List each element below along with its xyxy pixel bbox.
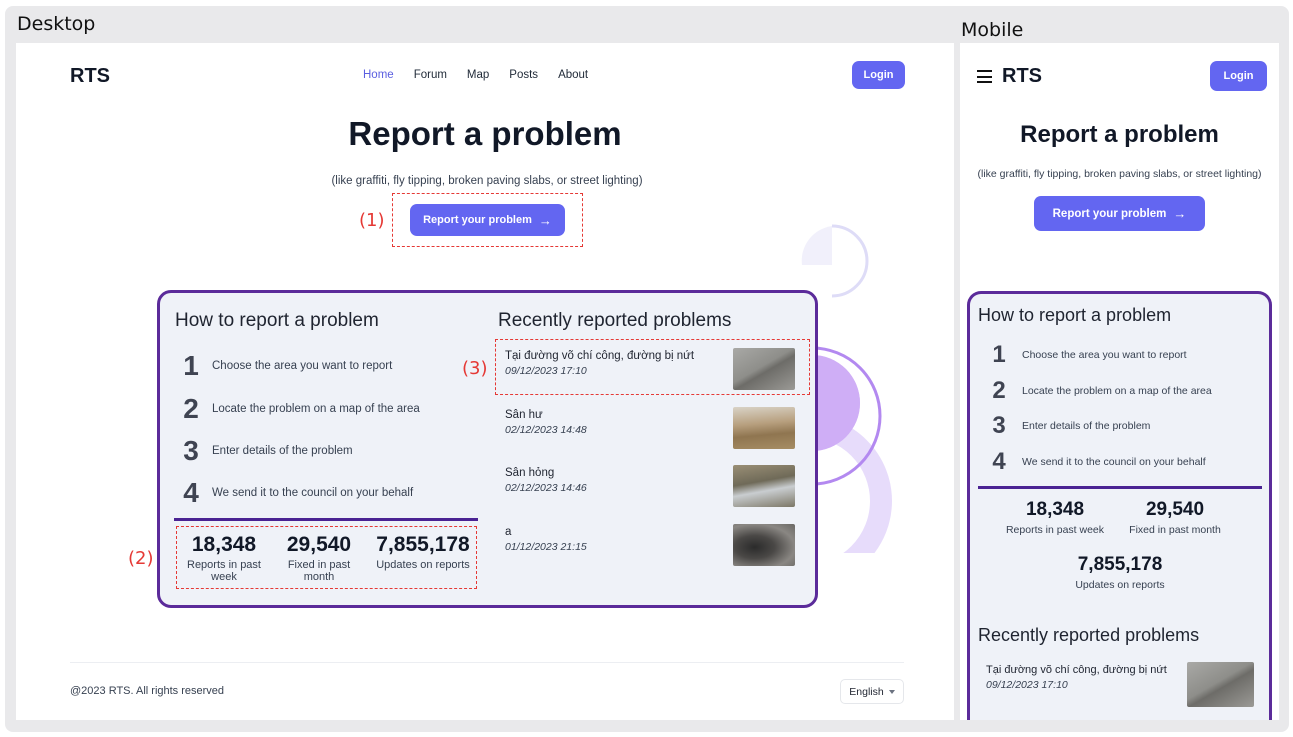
footer-copyright: @2023 RTS. All rights reserved	[70, 685, 225, 697]
step-text: Enter details of the problem	[212, 445, 353, 457]
report-thumbnail[interactable]	[733, 465, 795, 507]
language-select[interactable]: English	[840, 679, 904, 704]
desktop-label: Desktop	[17, 13, 96, 35]
mobile-view: RTS Login Report a problem (like graffit…	[960, 43, 1279, 720]
report-item-2[interactable]: Sân hư 02/12/2023 14:48	[505, 409, 720, 436]
report-date: 02/12/2023 14:48	[505, 424, 587, 436]
how-step-3: 3 Enter details of the problem	[984, 412, 1150, 440]
annotation-label-stats: (2)	[128, 548, 154, 569]
report-item-1[interactable]: Tại đường võ chí công, đường bị nứt 09/1…	[986, 664, 1186, 691]
step-text: Choose the area you want to report	[1022, 349, 1187, 361]
step-number: 1	[992, 341, 1006, 368]
nav-posts[interactable]: Posts	[509, 69, 538, 81]
page-subtitle: (like graffiti, fly tipping, broken pavi…	[977, 168, 1262, 180]
step-text: Locate the problem on a map of the area	[212, 403, 420, 415]
stat-label: Updates on reports	[1075, 579, 1165, 591]
stat-updates: 7,855,178 Updates on reports	[1060, 554, 1180, 592]
main-nav: Home Forum Map Posts About	[363, 69, 608, 81]
step-number: 1	[183, 350, 199, 381]
report-date: 02/12/2023 14:46	[505, 482, 587, 494]
info-card: How to report a problem 1 Choose the are…	[967, 291, 1272, 720]
report-thumbnail[interactable]	[1187, 662, 1254, 707]
report-thumbnail[interactable]	[733, 524, 795, 566]
arrow-right-icon: →	[538, 212, 552, 228]
stats-divider	[174, 518, 478, 521]
menu-icon[interactable]	[977, 70, 992, 87]
report-problem-label: Report your problem	[1052, 207, 1167, 220]
step-number: 4	[183, 477, 199, 508]
stat-label: Fixed in past month	[1129, 524, 1221, 536]
how-step-3: 3 Enter details of the problem	[176, 435, 353, 467]
report-title: a	[505, 526, 512, 538]
stat-fixed-month: 29,540 Fixed in past month	[1120, 499, 1230, 537]
step-text: Choose the area you want to report	[212, 360, 393, 372]
stat-value: 18,348	[1025, 499, 1085, 520]
recent-title: Recently reported problems	[498, 310, 732, 331]
report-problem-button[interactable]: Report your problem →	[1034, 196, 1205, 231]
mobile-label: Mobile	[961, 19, 1024, 41]
annotation-label-recent: (3)	[462, 358, 488, 379]
step-text: Locate the problem on a map of the area	[1022, 385, 1212, 397]
step-number: 4	[992, 448, 1006, 475]
step-number: 3	[183, 435, 199, 466]
how-step-1: 1 Choose the area you want to report	[984, 341, 1187, 369]
page-title: Report a problem	[1020, 121, 1219, 148]
login-button[interactable]: Login	[852, 61, 905, 89]
step-number: 2	[183, 393, 199, 424]
step-text: We send it to the council on your behalf	[1022, 456, 1206, 468]
desktop-view: RTS Home Forum Map Posts About Login Rep…	[16, 43, 954, 720]
how-step-2: 2 Locate the problem on a map of the are…	[176, 393, 420, 425]
annotation-box-stats	[176, 526, 477, 589]
report-title: Sân hư	[505, 409, 543, 421]
stats-divider	[978, 486, 1262, 489]
stat-value: 29,540	[1145, 499, 1205, 520]
annotation-box-recent	[495, 339, 810, 395]
report-date: 09/12/2023 17:10	[986, 679, 1068, 691]
how-step-2: 2 Locate the problem on a map of the are…	[984, 377, 1212, 405]
report-thumbnail[interactable]	[733, 407, 795, 449]
step-number: 3	[992, 412, 1006, 439]
arrow-right-icon: →	[1173, 206, 1187, 221]
caret-down-icon	[888, 689, 895, 694]
step-text: Enter details of the problem	[1022, 420, 1151, 432]
stat-value: 7,855,178	[1077, 554, 1163, 575]
report-problem-label: Report your problem	[423, 214, 532, 226]
annotation-label-cta: (1)	[359, 210, 385, 231]
how-step-1: 1 Choose the area you want to report	[176, 350, 392, 382]
report-date: 01/12/2023 21:15	[505, 541, 587, 553]
nav-home[interactable]: Home	[363, 69, 394, 81]
step-text: We send it to the council on your behalf	[212, 487, 414, 499]
how-step-4: 4 We send it to the council on your beha…	[176, 477, 413, 509]
login-button[interactable]: Login	[1210, 61, 1267, 91]
recent-title: Recently reported problems	[978, 625, 1200, 645]
how-step-4: 4 We send it to the council on your beha…	[984, 448, 1206, 476]
nav-forum[interactable]: Forum	[414, 69, 447, 81]
nav-map[interactable]: Map	[467, 69, 489, 81]
report-title: Tại đường võ chí công, đường bị nứt	[986, 664, 1167, 676]
report-item-3[interactable]: Sân hỏng 02/12/2023 14:46	[505, 467, 720, 494]
nav-about[interactable]: About	[558, 69, 588, 81]
footer-divider	[70, 662, 904, 663]
brand-logo[interactable]: RTS	[1002, 65, 1042, 88]
language-value: English	[849, 685, 884, 698]
stat-reports-week: 18,348 Reports in past week	[1000, 499, 1110, 537]
report-problem-button[interactable]: Report your problem →	[410, 204, 565, 236]
page-subtitle: (like graffiti, fly tipping, broken pavi…	[331, 175, 643, 187]
brand-logo[interactable]: RTS	[70, 65, 110, 88]
stat-label: Reports in past week	[1005, 524, 1105, 536]
page-title: Report a problem	[348, 115, 622, 152]
report-item-4[interactable]: a 01/12/2023 21:15	[505, 526, 720, 553]
how-to-title: How to report a problem	[978, 305, 1172, 325]
step-number: 2	[992, 377, 1006, 404]
how-to-title: How to report a problem	[175, 310, 379, 331]
report-title: Sân hỏng	[505, 467, 555, 479]
